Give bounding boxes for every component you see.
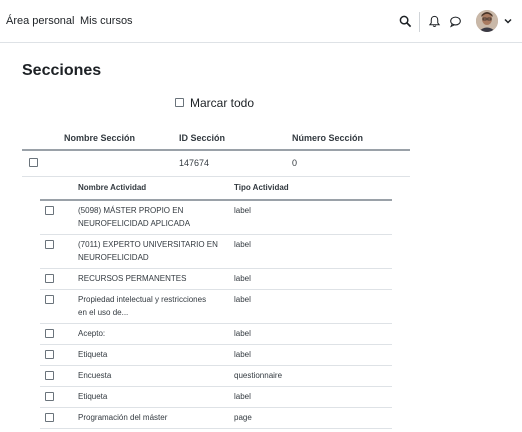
top-navbar: Área personal Mis cursos xyxy=(0,0,522,43)
header-nombre-actividad: Nombre Actividad xyxy=(78,183,147,192)
sections-header-divider xyxy=(22,149,410,151)
nav-link-area-personal[interactable]: Área personal xyxy=(6,15,75,27)
row-divider xyxy=(40,234,392,235)
activity-checkbox[interactable] xyxy=(45,392,54,401)
activity-checkbox[interactable] xyxy=(45,274,54,283)
activity-name: (7011) EXPERTO UNIVERSITARIO EN xyxy=(78,240,218,249)
row-divider xyxy=(40,268,392,269)
activity-type: questionnaire xyxy=(234,371,283,380)
activity-type: label xyxy=(234,206,251,215)
activity-checkbox[interactable] xyxy=(45,371,54,380)
activities-header-divider xyxy=(40,199,392,201)
bell-icon[interactable] xyxy=(428,15,441,28)
row-divider xyxy=(40,428,392,429)
activity-name: Programación del máster xyxy=(78,413,168,422)
header-numero-seccion: Número Sección xyxy=(292,133,364,143)
activity-name: Propiedad intelectual y restricciones xyxy=(78,295,207,304)
navbar-divider xyxy=(419,12,420,32)
row-divider xyxy=(40,344,392,345)
mark-all-label[interactable]: Marcar todo xyxy=(190,96,254,110)
header-tipo-actividad: Tipo Actividad xyxy=(234,183,289,192)
activity-checkbox[interactable] xyxy=(45,350,54,359)
activity-name: Encuesta xyxy=(78,371,112,380)
activity-type: label xyxy=(234,295,251,304)
section-checkbox[interactable] xyxy=(29,158,38,167)
activity-checkbox[interactable] xyxy=(45,413,54,422)
chevron-down-icon[interactable] xyxy=(503,16,513,26)
activity-checkbox[interactable] xyxy=(45,206,54,215)
row-divider xyxy=(40,386,392,387)
activity-type: label xyxy=(234,240,251,249)
activity-name: Etiqueta xyxy=(78,392,108,401)
activity-name: Etiqueta xyxy=(78,350,108,359)
row-divider xyxy=(40,289,392,290)
activity-type: label xyxy=(234,274,251,283)
activity-type: label xyxy=(234,350,251,359)
activity-name: en el uso de... xyxy=(78,308,129,317)
activity-checkbox[interactable] xyxy=(45,329,54,338)
activity-type: label xyxy=(234,392,251,401)
activity-checkbox[interactable] xyxy=(45,240,54,249)
header-id-seccion: ID Sección xyxy=(179,133,226,143)
activity-name: Acepto: xyxy=(78,329,106,338)
header-nombre-seccion: Nombre Sección xyxy=(64,133,136,143)
search-icon[interactable] xyxy=(399,15,412,28)
section-id: 147674 xyxy=(179,158,210,168)
activity-name: (5098) MÁSTER PROPIO EN xyxy=(78,206,184,215)
activity-type: label xyxy=(234,329,251,338)
activity-name: RECURSOS PERMANENTES xyxy=(78,274,187,283)
sections-row-divider xyxy=(22,176,410,177)
mark-all-checkbox[interactable] xyxy=(175,98,184,107)
section-number: 0 xyxy=(292,158,298,168)
row-divider xyxy=(40,365,392,366)
activity-name: NEUROFELICIDAD APLICADA xyxy=(78,219,191,228)
page-title: Secciones xyxy=(22,62,102,79)
activity-name: NEUROFELICIDAD xyxy=(78,253,149,262)
row-divider xyxy=(40,407,392,408)
user-avatar[interactable] xyxy=(476,10,498,32)
activity-type: page xyxy=(234,413,252,422)
row-divider xyxy=(40,323,392,324)
nav-link-mis-cursos[interactable]: Mis cursos xyxy=(80,15,133,27)
chat-icon[interactable] xyxy=(449,15,462,28)
activity-checkbox[interactable] xyxy=(45,295,54,304)
